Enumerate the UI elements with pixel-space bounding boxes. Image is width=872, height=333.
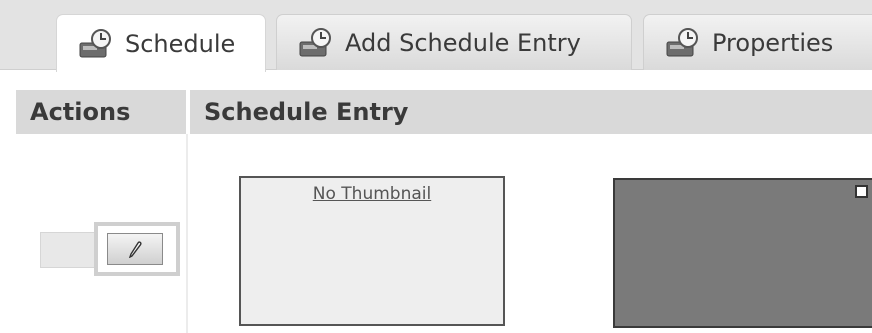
column-divider <box>186 90 190 134</box>
column-header-actions: Actions <box>30 98 131 126</box>
tab-schedule[interactable]: Schedule <box>56 14 266 72</box>
column-divider-body <box>186 134 188 333</box>
tab-strip: Schedule Add Schedule Entry Properties <box>0 0 872 72</box>
schedule-disk-icon <box>666 27 698 56</box>
thumbnail-placeholder: No Thumbnail <box>239 176 505 326</box>
schedule-disk-icon <box>299 27 331 56</box>
tab-add-schedule-entry[interactable]: Add Schedule Entry <box>276 14 632 70</box>
row-select-box[interactable] <box>40 232 96 268</box>
edit-button[interactable] <box>107 233 163 265</box>
tab-properties[interactable]: Properties <box>643 14 872 70</box>
tab-schedule-label: Schedule <box>125 29 236 58</box>
tab-properties-label: Properties <box>712 28 834 57</box>
table-header: Actions Schedule Entry <box>16 90 872 134</box>
tab-add-schedule-entry-label: Add Schedule Entry <box>345 28 581 57</box>
entry-preview[interactable] <box>613 178 872 328</box>
column-header-schedule-entry: Schedule Entry <box>204 98 409 126</box>
schedule-disk-icon <box>79 28 111 57</box>
no-thumbnail-link[interactable]: No Thumbnail <box>313 184 431 204</box>
preview-checkbox[interactable] <box>855 185 868 198</box>
pencil-icon <box>128 241 142 258</box>
